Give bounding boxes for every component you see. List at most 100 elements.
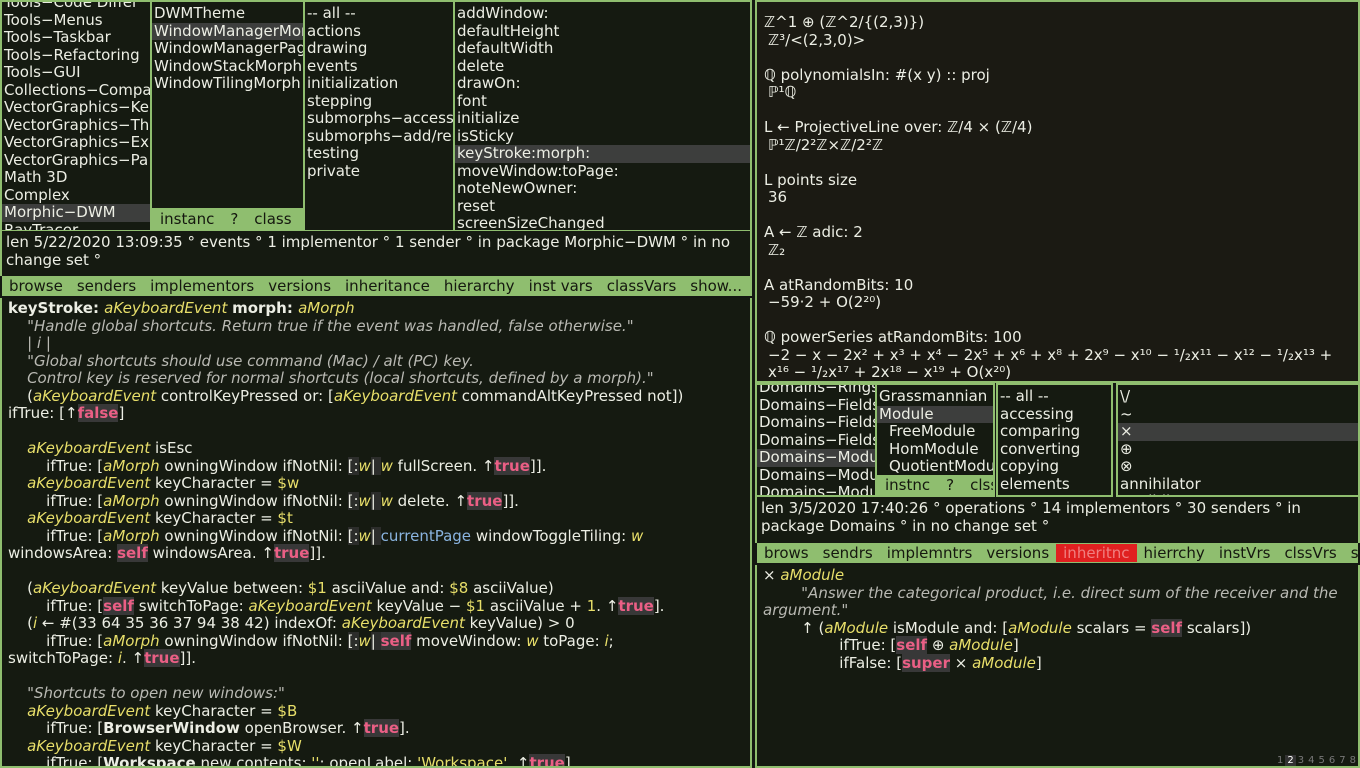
instance-toggle[interactable]: instanc (152, 210, 222, 228)
category-item[interactable]: Tools−Taskbar (2, 28, 150, 47)
button-senders[interactable]: senders (70, 277, 143, 295)
method-item[interactable]: noteNewOwner: (455, 179, 750, 198)
category-item[interactable]: Tools−Menus (2, 11, 150, 30)
protocol-item[interactable]: initialization (305, 74, 453, 93)
protocol-item[interactable]: testing (305, 144, 453, 163)
code-editor-left[interactable]: keyStroke: aKeyboardEvent morph: aMorph … (0, 298, 752, 768)
method-item[interactable]: screenSizeChanged (455, 214, 750, 230)
category-item[interactable]: Math 3D (2, 168, 150, 187)
button-shw[interactable]: shw... (1344, 544, 1358, 562)
workspace[interactable]: ℤ^1 ⊕ (ℤ^2/{(2,3)}) ℤ³/<(2,3,0)> ℚ polynom… (755, 0, 1360, 383)
protocol-item[interactable]: events (305, 57, 453, 76)
help-toggle[interactable]: ? (222, 210, 246, 228)
right-method-item[interactable]: ~ (1118, 405, 1358, 424)
class-item[interactable]: WindowManagerPage (152, 39, 303, 58)
protocol-item[interactable]: actions (305, 22, 453, 41)
right-method-item[interactable]: × (1118, 422, 1358, 441)
protocol-item[interactable]: private (305, 162, 453, 181)
category-item[interactable]: Collections−Compa (2, 81, 150, 100)
right-category-list[interactable]: Domains−Rings Domains−Fields Domains−Field… (755, 383, 877, 497)
right-class-item[interactable]: Module (877, 405, 993, 423)
button-sendrs[interactable]: sendrs (816, 544, 880, 562)
pager-item[interactable]: 1 (1275, 755, 1285, 766)
button-inheritance[interactable]: inheritance (338, 277, 437, 295)
button-classVars[interactable]: classVars (600, 277, 684, 295)
button-clssVrs[interactable]: clssVrs (1277, 544, 1343, 562)
class-list[interactable]: DWMThemeWindowManagerMorphWindowManagerP… (150, 0, 305, 232)
right-protocol-item[interactable]: accessing (998, 405, 1111, 424)
right-category-item[interactable]: Domains−Modules (757, 483, 875, 495)
category-item[interactable]: VectorGraphics−Th (2, 116, 150, 135)
right-method-item[interactable]: ⊕ (1118, 440, 1358, 459)
pager-item[interactable]: 4 (1306, 755, 1316, 766)
right-class-list[interactable]: Grassmannian Module FreeModule HomModule Quo… (875, 383, 995, 497)
method-item[interactable]: initialize (455, 109, 750, 128)
code-editor-right[interactable]: × aModule "Answer the categorical produc… (755, 565, 1360, 768)
right-protocol-item[interactable]: converting (998, 440, 1111, 459)
protocol-list[interactable]: -- all -- actions drawing events initializat… (303, 0, 455, 232)
right-class-item[interactable]: QuotientModule (877, 457, 993, 476)
right-method-list[interactable]: \/~×⊕⊗annihilatorannihilatorSpace (1116, 383, 1360, 497)
method-list[interactable]: addWindow: defaultHeight defaultWidth delet… (453, 0, 752, 232)
button-hierrchy[interactable]: hierrchy (1137, 544, 1212, 562)
method-item[interactable]: drawOn: (455, 74, 750, 93)
right-protocol-item[interactable]: copying (998, 457, 1111, 476)
pager-item[interactable]: 6 (1327, 755, 1337, 766)
method-item[interactable]: font (455, 92, 750, 111)
category-list[interactable]: Tools−Code Differ Tools−Menus Tools−Taskba… (0, 0, 152, 232)
right-method-item[interactable]: ⊗ (1118, 457, 1358, 476)
right-category-item[interactable]: Domains−Fields (757, 431, 875, 450)
right-help-toggle[interactable]: ? (938, 476, 962, 494)
category-item[interactable]: Tools−Code Differ (2, 2, 150, 12)
method-item[interactable]: moveWindow:toPage: (455, 162, 750, 181)
pager-item[interactable]: 2 (1285, 755, 1296, 766)
right-category-item[interactable]: Domains−Rings (757, 385, 875, 397)
protocol-item[interactable]: submorphs−add/remove (305, 127, 453, 146)
class-item[interactable]: DWMTheme (152, 4, 303, 23)
right-class-toggle[interactable]: clss (962, 476, 993, 494)
button-instVrs[interactable]: instVrs (1212, 544, 1278, 562)
method-item[interactable]: delete (455, 57, 750, 76)
right-instance-toggle[interactable]: instnc (877, 476, 938, 494)
button-instvars[interactable]: inst vars (522, 277, 600, 295)
right-class-item[interactable]: FreeModule (877, 422, 993, 441)
pager-item[interactable]: 5 (1317, 755, 1327, 766)
right-category-item[interactable]: Domains−Fields (757, 396, 875, 415)
right-protocol-list[interactable]: -- all -- accessing comparing converting cop… (996, 383, 1113, 497)
right-protocol-item[interactable]: -- all -- (998, 387, 1111, 406)
right-protocol-item[interactable]: comparing (998, 422, 1111, 441)
pager-item[interactable]: 3 (1296, 755, 1306, 766)
category-item[interactable]: Morphic−DWM (2, 203, 150, 222)
class-item[interactable]: WindowStackMorph (152, 57, 303, 76)
right-category-item[interactable]: Domains−Modules (757, 466, 875, 485)
right-method-item[interactable]: annihilator (1118, 475, 1358, 494)
method-item[interactable]: reset (455, 197, 750, 216)
method-item[interactable]: isSticky (455, 127, 750, 146)
right-protocol-item[interactable]: elements (998, 475, 1111, 494)
class-item[interactable]: WindowTilingMorph (152, 74, 303, 93)
category-item[interactable]: Tools−GUI (2, 63, 150, 82)
button-versions[interactable]: versions (261, 277, 338, 295)
method-item[interactable]: keyStroke:morph: (455, 144, 750, 163)
pager-item[interactable]: 7 (1337, 755, 1347, 766)
method-item[interactable]: addWindow: (455, 4, 750, 23)
protocol-item[interactable]: stepping (305, 92, 453, 111)
method-item[interactable]: defaultWidth (455, 39, 750, 58)
class-item[interactable]: WindowManagerMorph (152, 22, 303, 40)
button-implemntrs[interactable]: implemntrs (880, 544, 980, 562)
class-toggle[interactable]: class (246, 210, 299, 228)
category-item[interactable]: Complex (2, 186, 150, 205)
right-class-item[interactable]: Grassmannian (877, 387, 993, 406)
button-brows[interactable]: brows (757, 544, 816, 562)
right-method-item[interactable]: \/ (1118, 387, 1358, 406)
category-item[interactable]: VectorGraphics−Pa (2, 151, 150, 170)
right-class-item[interactable]: HomModule (877, 440, 993, 459)
category-item[interactable]: VectorGraphics−Ex (2, 133, 150, 152)
method-item[interactable]: defaultHeight (455, 22, 750, 41)
button-versions[interactable]: versions (979, 544, 1056, 562)
right-category-item[interactable]: Domains−Modules (757, 448, 875, 467)
protocol-item[interactable]: submorphs−accessing (305, 109, 453, 128)
button-implementors[interactable]: implementors (143, 277, 261, 295)
category-item[interactable]: VectorGraphics−Ke (2, 98, 150, 117)
button-browse[interactable]: browse (2, 277, 70, 295)
